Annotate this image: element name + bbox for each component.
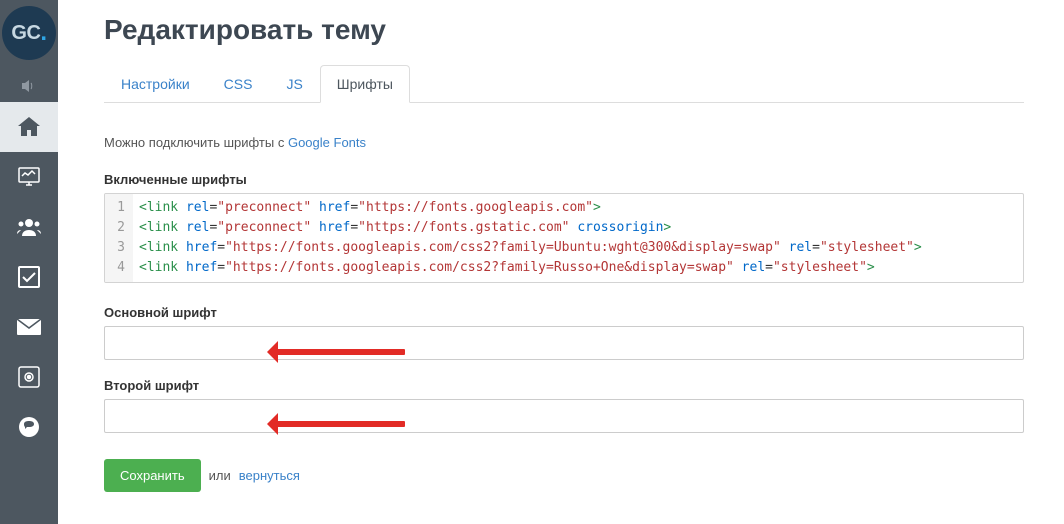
chat-icon — [18, 416, 40, 438]
tab-js[interactable]: JS — [269, 65, 319, 103]
annotation-arrow-2 — [270, 421, 405, 427]
form-actions: Сохранить или вернуться — [104, 459, 1024, 492]
safe-icon — [18, 366, 40, 388]
sidebar: GC. — [0, 0, 58, 524]
logo-dot: . — [40, 23, 46, 43]
chart-icon — [18, 167, 40, 187]
nav-chart[interactable] — [0, 152, 58, 202]
tab-css[interactable]: CSS — [207, 65, 270, 103]
info-text: Можно подключить шрифты с Google Fonts — [104, 135, 1024, 150]
nav-mail[interactable] — [0, 302, 58, 352]
code-lines: <link rel="preconnect" href="https://fon… — [133, 194, 928, 282]
nav-checkbox[interactable] — [0, 252, 58, 302]
checkbox-icon — [18, 266, 40, 288]
annotation-arrow-1 — [270, 349, 405, 355]
nav-users[interactable] — [0, 202, 58, 252]
nav-speaker[interactable] — [0, 70, 58, 102]
main-content: Редактировать тему Настройки CSS JS Шриф… — [58, 0, 1064, 524]
tab-settings[interactable]: Настройки — [104, 65, 207, 103]
primary-font-label: Основной шрифт — [104, 305, 1024, 320]
logo-text: GC — [11, 22, 40, 45]
code-editor[interactable]: 1234 <link rel="preconnect" href="https:… — [104, 193, 1024, 283]
nav-safe[interactable] — [0, 352, 58, 402]
primary-font-input[interactable] — [104, 326, 1024, 360]
page-title: Редактировать тему — [104, 14, 1024, 46]
users-icon — [16, 217, 42, 237]
return-link[interactable]: вернуться — [239, 468, 300, 483]
line-numbers: 1234 — [105, 194, 133, 282]
mail-icon — [17, 319, 41, 335]
secondary-font-label: Второй шрифт — [104, 378, 1024, 393]
google-fonts-link[interactable]: Google Fonts — [288, 135, 366, 150]
enabled-fonts-label: Включенные шрифты — [104, 172, 1024, 187]
nav-chat[interactable] — [0, 402, 58, 452]
tabs: Настройки CSS JS Шрифты — [104, 64, 1024, 103]
speaker-icon — [21, 79, 37, 93]
save-button[interactable]: Сохранить — [104, 459, 201, 492]
or-text: или — [209, 468, 231, 483]
logo[interactable]: GC. — [2, 6, 56, 60]
secondary-font-input[interactable] — [104, 399, 1024, 433]
nav-home[interactable] — [0, 102, 58, 152]
info-prefix: Можно подключить шрифты с — [104, 135, 288, 150]
home-icon — [17, 116, 41, 138]
tab-fonts[interactable]: Шрифты — [320, 65, 410, 103]
